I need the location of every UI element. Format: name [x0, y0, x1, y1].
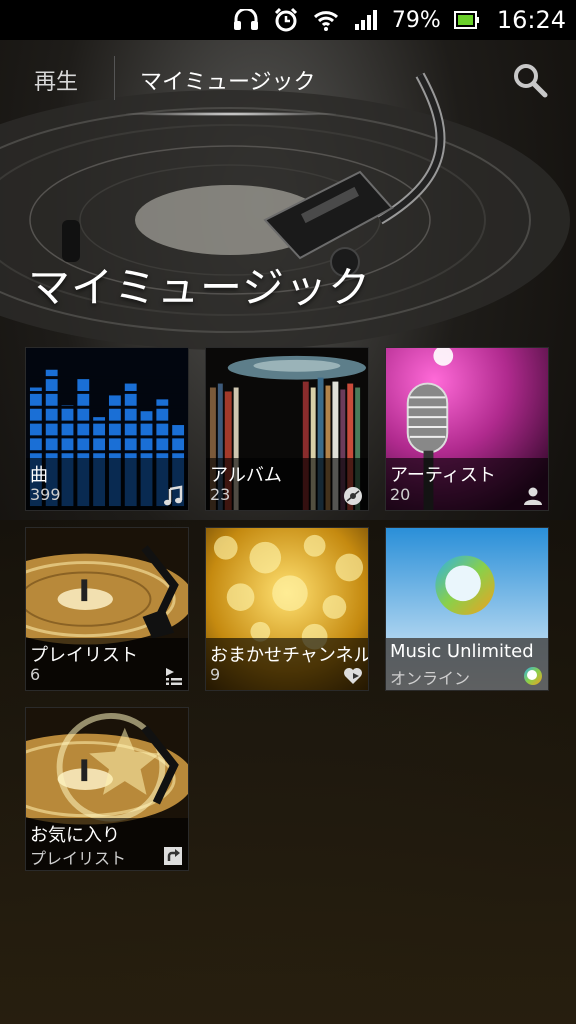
tile-caption: おまかせチャンネル 9 [206, 638, 368, 690]
music-unlimited-icon [524, 667, 542, 685]
tile-label: アルバム [210, 465, 282, 486]
tile-label: アーティスト [390, 465, 496, 486]
music-note-icon [164, 485, 183, 506]
page-title: マイミュージック [28, 263, 372, 312]
tile-songs[interactable]: 曲 399 [25, 347, 189, 511]
tile-playlists[interactable]: プレイリスト 6 [25, 527, 189, 691]
tile-label: Music Unlimited [390, 641, 534, 662]
tile-channel[interactable]: おまかせチャンネル 9 [205, 527, 369, 691]
tab-divider [114, 56, 115, 100]
action-bar: 再生 マイミュージック [0, 40, 576, 120]
signal-icon [352, 6, 380, 34]
tile-count: 9 [210, 665, 221, 684]
person-icon [524, 487, 542, 505]
search-button[interactable] [510, 60, 550, 100]
tile-count: 399 [30, 485, 61, 504]
tile-caption: 曲 399 [26, 458, 188, 510]
playlist-icon [166, 668, 182, 685]
tile-caption: アルバム 23 [206, 458, 368, 510]
battery-icon [453, 6, 481, 34]
tile-albums[interactable]: アルバム 23 [205, 347, 369, 511]
disc-icon [344, 487, 362, 505]
tile-caption: プレイリスト 6 [26, 638, 188, 690]
tab-my-music[interactable]: マイミュージック [140, 64, 316, 96]
tile-caption: お気に入り プレイリスト [26, 818, 188, 870]
status-bar: 79% 16:24 [0, 0, 576, 40]
battery-percent: 79% [391, 7, 441, 33]
tile-label: 曲 [30, 465, 48, 486]
tile-count: 23 [210, 485, 231, 504]
tile-subtitle: プレイリスト [30, 849, 127, 868]
headset-icon [232, 6, 260, 34]
alarm-icon [272, 6, 300, 34]
tile-count: 20 [390, 485, 411, 504]
tile-label: プレイリスト [30, 645, 138, 666]
tile-artists[interactable]: アーティスト 20 [385, 347, 549, 511]
tile-favorites[interactable]: お気に入り プレイリスト [25, 707, 189, 871]
wifi-icon [312, 6, 340, 34]
tile-music-unlimited[interactable]: Music Unlimited オンライン [385, 527, 549, 691]
tile-label: お気に入り [30, 825, 120, 846]
tile-caption: Music Unlimited オンライン [386, 638, 548, 690]
tile-label: おまかせチャンネル [210, 645, 369, 666]
search-icon [514, 64, 548, 98]
tile-subtitle: オンライン [390, 669, 471, 688]
clock: 16:24 [496, 6, 566, 34]
tab-selected-indicator [126, 112, 336, 116]
tab-play[interactable]: 再生 [34, 64, 78, 96]
tile-count: 6 [30, 665, 41, 684]
tile-caption: アーティスト 20 [386, 458, 548, 510]
shortcut-arrow-icon [164, 847, 182, 865]
heart-icon [344, 668, 362, 684]
